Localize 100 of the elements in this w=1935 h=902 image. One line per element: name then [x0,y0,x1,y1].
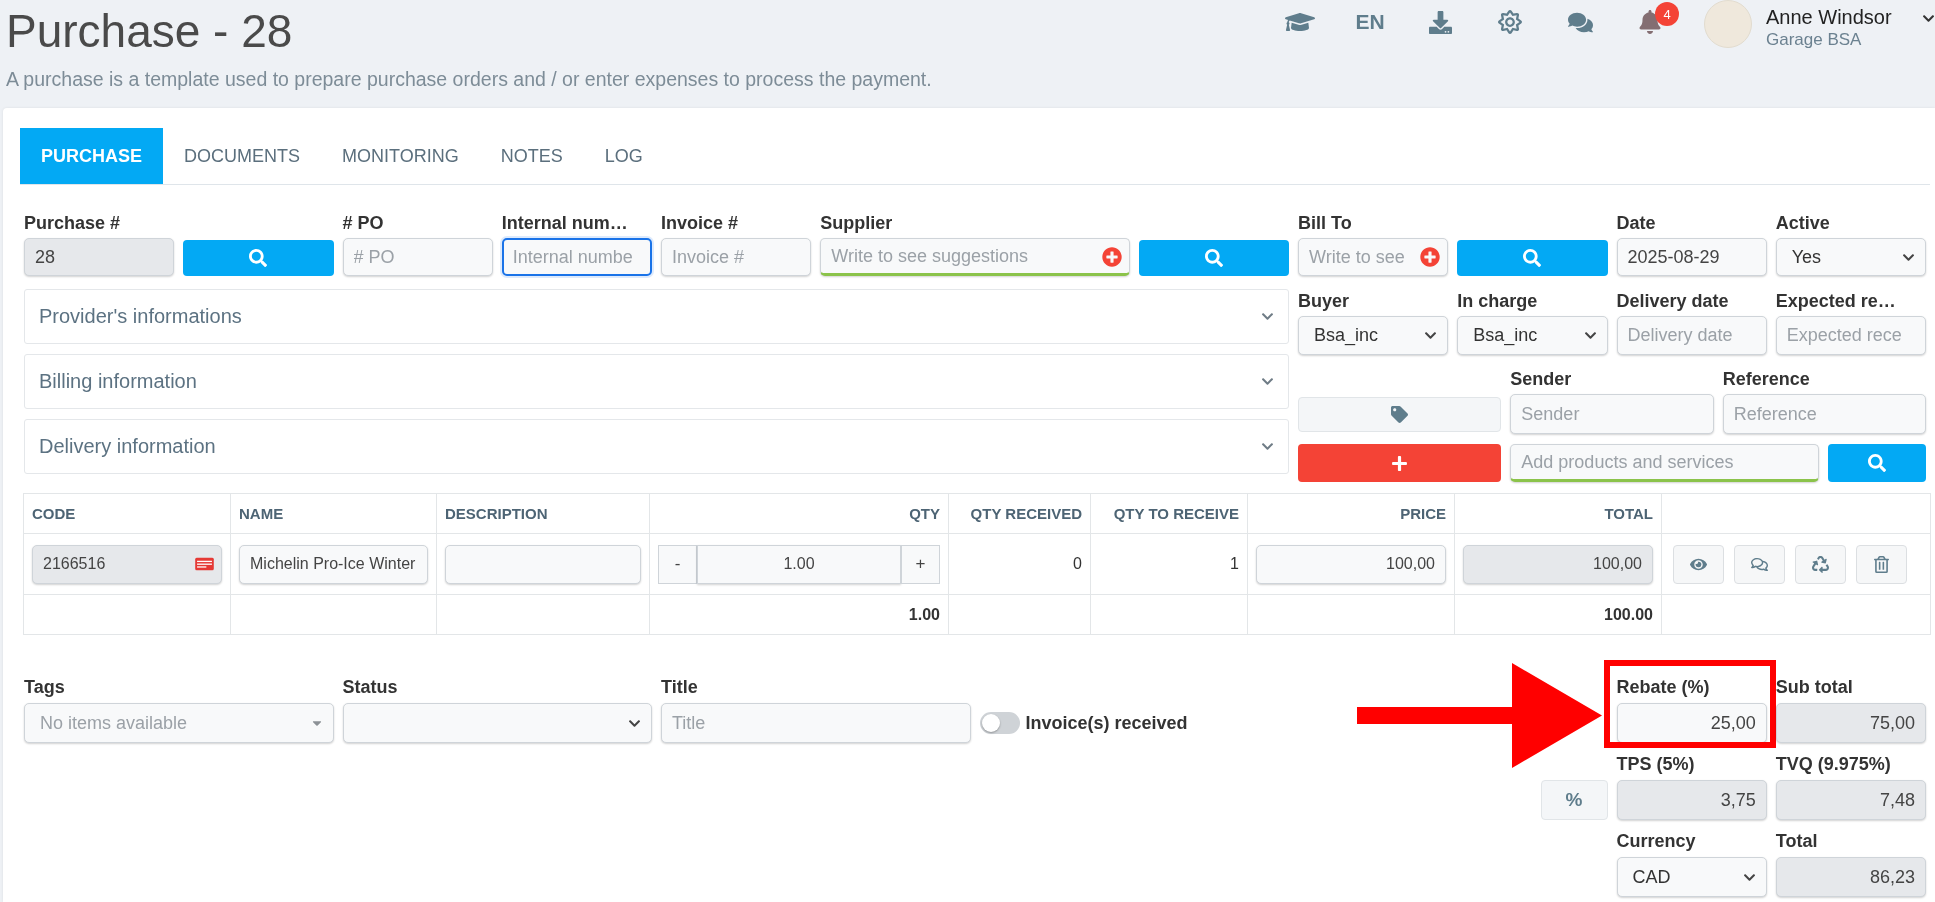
field-label: TVQ (9.975%) [1775,754,1892,774]
column-header: CODE [23,493,231,534]
description-field[interactable] [445,544,641,584]
field-label: In charge [1457,291,1539,311]
price-field[interactable]: 100,00 [1256,544,1446,584]
company-name: Garage BSA [1766,29,1863,51]
download-icon[interactable] [1428,10,1452,34]
total-cell: 1.00 [649,594,949,635]
field-label: Date [1616,213,1657,233]
search-icon [1523,249,1542,267]
accordion-header[interactable]: Delivery information [24,419,1289,474]
recycle-button[interactable] [1795,544,1846,584]
field-label: Tags [24,677,66,697]
bell-icon[interactable] [1638,10,1662,34]
invoice-received-toggle[interactable] [979,712,1020,734]
total-field[interactable]: 100,00 [1463,544,1653,584]
accordion-header[interactable]: Billing information [24,354,1289,409]
tab[interactable]: LOG [583,128,664,184]
in-charge-select[interactable]: Bsa_inc [1457,316,1608,355]
search-icon [1204,249,1223,267]
grand-total-field[interactable]: 86,23 [1775,857,1926,897]
field-label: Sender [1510,369,1573,389]
column-header: QTY TO RECEIVE [1090,493,1248,534]
column-header: QTY [649,493,949,534]
reference-field[interactable]: Reference [1722,394,1926,434]
field-label: Purchase # [24,213,122,233]
expected-reception-field[interactable]: Expected rece [1775,316,1926,355]
accordion-header[interactable]: Provider's informations [24,289,1289,344]
quantity-field[interactable]: 1.00 [697,544,901,584]
field-label: Internal num… [501,213,629,233]
search-button[interactable] [183,240,334,276]
field-label: Total [1775,831,1819,851]
field-label: Active [1775,213,1831,233]
date-field[interactable]: 2025-08-29 [1616,238,1767,276]
field-label: Status [342,677,399,697]
comment-button[interactable] [1734,544,1785,584]
decrease-button[interactable]: - [658,544,697,584]
column-header: DESCRIPTION [436,493,650,534]
field-label: Delivery date [1616,291,1730,311]
field-label: Bill To [1298,213,1353,233]
code-field[interactable]: 2166516 [32,544,222,584]
page-title: Purchase - 28 [6,4,294,58]
percent-button[interactable]: % [1540,780,1608,820]
purchase-number-field[interactable]: 28 [24,238,175,276]
view-button[interactable] [1673,544,1724,584]
field-label: Currency [1616,831,1697,851]
table-cell: 0 [948,533,1091,595]
field-label: Title [661,677,699,697]
field-label: Sub total [1775,677,1854,697]
field-label: # PO [342,213,385,233]
chat-bubbles-icon [1751,555,1768,573]
delete-button[interactable] [1856,544,1907,584]
search-button[interactable] [1138,240,1289,276]
tag-icon [1391,406,1409,423]
search-icon [249,249,268,267]
product-search-field[interactable]: Add products and services [1510,444,1819,482]
delivery-date-field[interactable]: Delivery date [1616,316,1767,355]
field-label: TPS (5%) [1616,754,1696,774]
chevron-down-icon[interactable] [1922,12,1935,25]
field-label: Invoice # [661,213,740,233]
recycle-icon [1812,555,1829,573]
column-header: QTY RECEIVED [948,493,1091,534]
tvq-field[interactable]: 7,48 [1775,780,1926,820]
buyer-select[interactable]: Bsa_inc [1298,316,1449,355]
tab[interactable]: DOCUMENTS [163,128,321,184]
internal-number-field[interactable]: Internal numbe [501,238,652,276]
increase-button[interactable]: + [901,544,940,584]
trash-icon [1873,555,1890,573]
total-cell: 100.00 [1454,594,1662,635]
currency-select[interactable]: CAD [1616,857,1767,897]
notification-badge: 4 [1655,2,1679,26]
sun-icon[interactable] [1498,10,1522,34]
field-label: Supplier [820,213,894,233]
invoice-number-field[interactable]: Invoice # [661,238,812,276]
page-description: A purchase is a template used to prepare purchase orders and / or enter expenses to process the payment. [6,67,932,91]
sender-field[interactable]: Sender [1510,394,1714,434]
subtotal-field[interactable]: 75,00 [1775,703,1926,743]
field-label: Buyer [1298,291,1351,311]
plus-icon [1391,454,1409,472]
tps-field[interactable]: 3,75 [1616,780,1767,820]
bill-to-field[interactable]: Write to see [1298,238,1449,276]
toggle-label: Invoice(s) received [1025,712,1188,734]
supplier-field[interactable]: Write to see suggestions [820,238,1130,276]
name-field[interactable]: Michelin Pro-Ice Winter [239,544,428,584]
field-label: Reference [1722,369,1811,389]
search-button[interactable] [1457,240,1608,276]
po-number-field[interactable]: # PO [342,238,493,276]
table-cell: 1 [1090,533,1248,595]
language-button[interactable]: EN [1355,10,1385,34]
chevron-down-icon [1424,329,1438,342]
user-name: Anne Windsor [1766,5,1893,29]
tab[interactable]: MONITORING [321,128,480,184]
search-button[interactable] [1828,444,1926,482]
title-field[interactable]: Title [661,703,971,743]
active-select[interactable]: Yes [1775,238,1926,276]
tag-button[interactable] [1298,397,1502,432]
field-label: Rebate (%) [1616,677,1711,697]
tab[interactable]: NOTES [479,128,584,184]
search-icon [1868,454,1886,472]
rebate-field[interactable]: 25,00 [1616,703,1767,743]
